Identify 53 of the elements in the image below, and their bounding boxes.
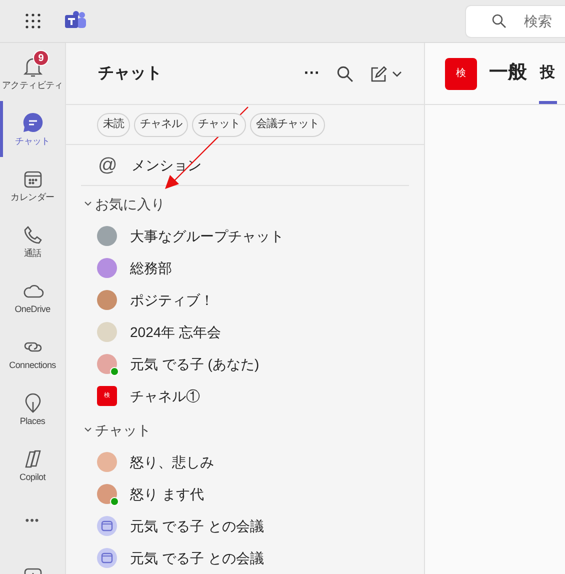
tab[interactable]: 投 [539, 43, 557, 104]
meeting-icon [97, 548, 117, 568]
rail-item[interactable]: Copilot [0, 437, 65, 493]
section-header[interactable]: お気に入り [66, 188, 424, 220]
chat-icon [22, 112, 44, 134]
chat-list-item[interactable]: 2024年 忘年会 [66, 316, 424, 348]
chat-list-item[interactable]: 元気 でる子 (あなた) [66, 348, 424, 380]
search-field[interactable]: 検索 [465, 4, 565, 38]
notification-badge: 9 [33, 50, 49, 66]
chevron-icon [84, 201, 92, 207]
rail-label: 通話 [24, 249, 42, 258]
app-launcher-icon[interactable] [24, 13, 40, 29]
chat-list-item[interactable]: 総務部 [66, 252, 424, 284]
rail-item[interactable]: Connections [0, 325, 65, 381]
chat-list-item[interactable]: 怒り、悲しみ [66, 446, 424, 478]
bell-icon [22, 56, 44, 78]
filter-chip[interactable]: 未読 [97, 112, 130, 136]
rail-item[interactable]: アクティビティ 9 [0, 45, 65, 101]
rail-label: チャット [15, 137, 50, 146]
mention-item[interactable]: メンション [131, 154, 202, 176]
rail-label: アクティビティ [2, 81, 63, 90]
compose-icon[interactable] [370, 66, 404, 82]
filter-chip[interactable]: 会議チャット [250, 112, 325, 136]
chat-list-item[interactable]: 怒り ます代 [66, 478, 424, 510]
rail-item[interactable]: Places [0, 381, 65, 437]
panel-title: チャット [98, 64, 163, 84]
app-logo-icon [65, 11, 87, 31]
search-input[interactable]: 検索 [524, 10, 554, 32]
chat-list-item[interactable]: 元気 でる子 との会議 [66, 510, 424, 542]
meeting-icon [97, 516, 117, 536]
channel-tile: 検 [445, 58, 477, 90]
chat-list-item[interactable]: ポジティブ！ [66, 284, 424, 316]
rail-label: Places [20, 417, 46, 426]
rail-label: OneDrive [14, 305, 50, 314]
more-options-button[interactable]: ··· [302, 62, 322, 86]
rail-item[interactable]: カレンダー [0, 157, 65, 213]
rail-label: カレンダー [10, 193, 54, 202]
search-icon[interactable] [337, 66, 353, 82]
filter-chip[interactable]: チャット [192, 112, 246, 136]
more-apps-button[interactable]: ••• [0, 493, 65, 549]
chat-list-item[interactable]: 大事なグループチャット [66, 220, 424, 252]
channel-title: 一般 [489, 61, 527, 86]
search-icon [492, 14, 506, 28]
section-header[interactable]: チャット [66, 414, 424, 446]
rail-item[interactable]: OneDrive [0, 269, 65, 325]
rail-label: Connections [9, 361, 56, 370]
filter-chip[interactable]: チャネル [134, 112, 188, 136]
phone-icon [22, 224, 44, 246]
rail-item[interactable]: 通話 [0, 213, 65, 269]
at-sign-icon: @ [98, 156, 118, 174]
chat-list-item[interactable]: 元気 でる子 との会議 [66, 542, 424, 574]
rail-label: Copilot [20, 473, 46, 482]
chevron-icon [84, 427, 92, 433]
